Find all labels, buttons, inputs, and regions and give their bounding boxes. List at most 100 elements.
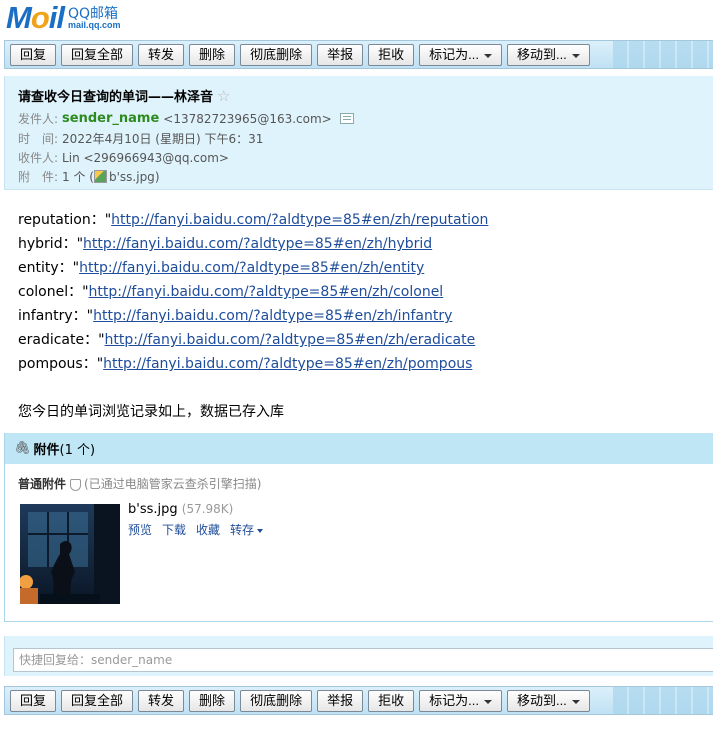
download-link[interactable]: 下载 [162,521,186,538]
move-to-label: 移动到... [516,693,567,708]
word-label: infantry：" [18,308,94,324]
attachments-title: 附件 [33,443,60,458]
word-link[interactable]: http://fanyi.baidu.com/?aldtype=85#en/zh… [89,284,444,300]
word-row: hybrid："http://fanyi.baidu.com/?aldtype=… [18,232,488,256]
attachment-thumbnail[interactable] [20,504,120,604]
scan-status-text: (已通过电脑管家云查杀引擎扫描) [84,477,262,491]
bottom-toolbar: 回复 回复全部 转发 删除 彻底删除 举报 拒收 标记为... 移动到... [4,686,713,715]
chevron-down-icon [571,53,580,58]
delete-button[interactable]: 删除 [189,44,236,66]
chevron-down-icon [257,528,264,533]
logo-url: mail.qq.com [68,19,121,30]
save-to-label: 转存 [230,523,255,537]
word-label: pompous：" [18,356,104,372]
reject-button[interactable]: 拒收 [368,690,415,712]
move-to-dropdown[interactable]: 移动到... [506,44,590,66]
preview-link[interactable]: 预览 [128,521,152,538]
save-to-dropdown[interactable]: 转存 [230,521,264,538]
quick-reply-input[interactable] [13,648,713,672]
mark-as-dropdown[interactable]: 标记为... [419,44,502,66]
contact-card-icon[interactable] [339,113,354,124]
word-row: reputation："http://fanyi.baidu.com/?aldt… [18,208,488,232]
sender-name[interactable]: sender_name [62,111,159,126]
chevron-down-icon [483,699,492,704]
word-link[interactable]: http://fanyi.baidu.com/?aldtype=85#en/zh… [103,356,472,372]
subject-text: 请查收今日查询的单词——林泽音 [18,90,214,105]
reply-button[interactable]: 回复 [10,44,57,66]
attachments-header: 🖇 附件 (1 个) [4,433,713,464]
recipient-value: Lin <296966943@qq.com> [62,150,229,165]
reply-all-button[interactable]: 回复全部 [61,44,134,66]
word-link[interactable]: http://fanyi.baidu.com/?aldtype=85#en/zh… [79,260,424,276]
reply-all-button[interactable]: 回复全部 [61,690,134,712]
time-label: 时 间: [18,132,59,146]
word-label: reputation：" [18,212,112,228]
attachment-count: 1 个 ( [62,170,94,184]
word-label: eradicate：" [18,332,105,348]
permanent-delete-button[interactable]: 彻底删除 [240,690,313,712]
word-link[interactable]: http://fanyi.baidu.com/?aldtype=85#en/zh… [83,236,432,252]
permanent-delete-button[interactable]: 彻底删除 [240,44,313,66]
reply-button[interactable]: 回复 [10,690,57,712]
word-row: colonel："http://fanyi.baidu.com/?aldtype… [18,280,488,304]
move-to-label: 移动到... [516,47,567,62]
word-link[interactable]: http://fanyi.baidu.com/?aldtype=85#en/zh… [93,308,452,324]
mark-as-label: 标记为... [429,693,479,708]
toolbar-decoration [613,687,713,714]
body-note: 您今日的单词浏览记录如上，数据已存入库 [18,404,284,420]
sender-label: 发件人: [18,112,59,126]
mail-header: 请查收今日查询的单词——林泽音 ☆ 发件人: sender_name <1378… [4,76,713,190]
shield-icon [70,478,82,491]
qq-mail-logo[interactable]: Moil QQ邮箱 mail.qq.com [6,0,121,35]
word-row: eradicate："http://fanyi.baidu.com/?aldty… [18,328,488,352]
word-link[interactable]: http://fanyi.baidu.com/?aldtype=85#en/zh… [105,332,476,348]
recipient-row: 收件人: Lin <296966943@qq.com> [18,149,229,166]
attachment-file-name[interactable]: b'ss.jpg [128,502,178,517]
word-label: entity：" [18,260,80,276]
star-icon[interactable]: ☆ [217,87,230,105]
sender-row: 发件人: sender_name <13782723965@163.com> [18,110,354,127]
move-to-dropdown[interactable]: 移动到... [506,690,590,712]
attachment-row: 附 件: 1 个 ( b'ss.jpg ) [18,168,160,185]
report-button[interactable]: 举报 [317,44,364,66]
forward-button[interactable]: 转发 [138,44,185,66]
chevron-down-icon [483,53,492,58]
word-label: hybrid：" [18,236,84,252]
time-value: 2022年4月10日 (星期日) 下午6：31 [62,132,264,146]
forward-button[interactable]: 转发 [138,690,185,712]
attachments-panel: 普通附件 (已通过电脑管家云查杀引擎扫描) b'ss.jpg (57.98K) [4,464,713,622]
attachment-section-label: 普通附件 [18,477,67,491]
word-row: infantry："http://fanyi.baidu.com/?aldtyp… [18,304,488,328]
chevron-down-icon [571,699,580,704]
attachment-actions: 预览 下载 收藏 转存 [128,521,264,538]
logo-product-name: QQ邮箱 [68,5,119,22]
sender-address: <13782723965@163.com> [163,111,332,126]
attachment-close-paren: ) [154,169,160,184]
reject-button[interactable]: 拒收 [368,44,415,66]
word-link[interactable]: http://fanyi.baidu.com/?aldtype=85#en/zh… [111,212,488,228]
attachment-label: 附 件: [18,170,59,184]
favorite-link[interactable]: 收藏 [196,521,220,538]
attachment-file-size: (57.98K) [181,502,234,516]
mail-subject: 请查收今日查询的单词——林泽音 ☆ [18,86,230,106]
logo-mail-wordmark: Moil [6,0,65,35]
attachment-file: b'ss.jpg (57.98K) [128,502,233,517]
toolbar-decoration [613,41,713,68]
mark-as-label: 标记为... [429,47,479,62]
delete-button[interactable]: 删除 [189,690,236,712]
quick-reply-area [4,636,713,676]
thumbnail-image [20,504,120,604]
word-label: colonel：" [18,284,89,300]
attachment-section-title: 普通附件 (已通过电脑管家云查杀引擎扫描) [18,475,261,492]
word-row: pompous："http://fanyi.baidu.com/?aldtype… [18,352,488,376]
word-row: entity："http://fanyi.baidu.com/?aldtype=… [18,256,488,280]
attachment-link[interactable]: b'ss.jpg [109,170,155,184]
top-toolbar: 回复 回复全部 转发 删除 彻底删除 举报 拒收 标记为... 移动到... [4,40,713,69]
mail-body: reputation："http://fanyi.baidu.com/?aldt… [18,208,488,424]
attachments-count: (1 个) [59,443,96,458]
report-button[interactable]: 举报 [317,690,364,712]
recipient-label: 收件人: [18,151,59,165]
time-row: 时 间: 2022年4月10日 (星期日) 下午6：31 [18,130,263,147]
mark-as-dropdown[interactable]: 标记为... [419,690,502,712]
scan-status: (已通过电脑管家云查杀引擎扫描) [70,475,261,492]
